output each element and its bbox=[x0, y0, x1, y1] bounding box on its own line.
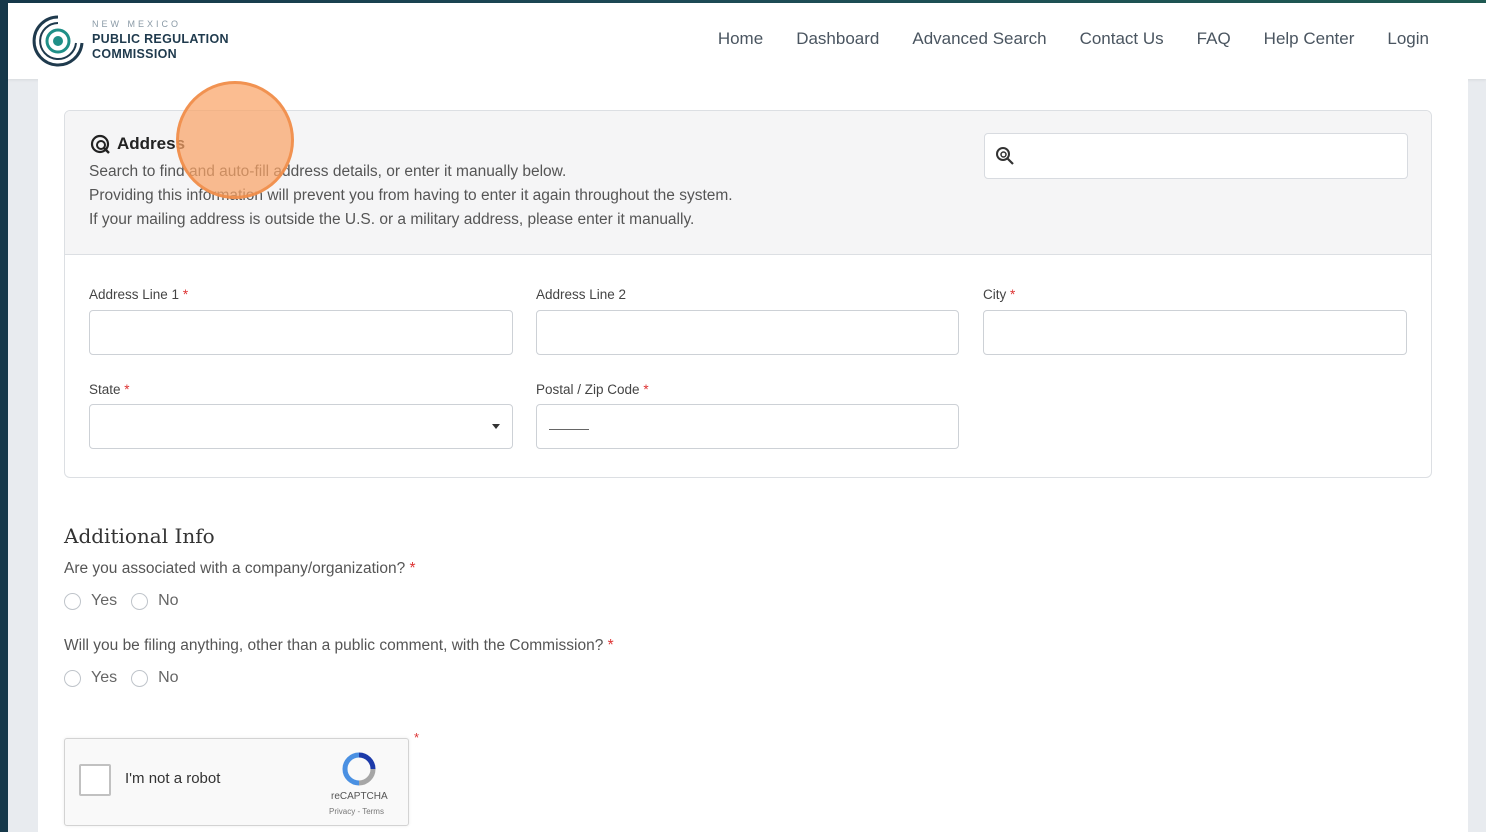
filing-no-label[interactable]: No bbox=[158, 669, 178, 687]
company-no-radio[interactable] bbox=[131, 592, 149, 610]
brand-subtitle: NEW MEXICO bbox=[92, 19, 182, 29]
zip-input[interactable] bbox=[537, 405, 949, 448]
recaptcha-required-mark: * bbox=[414, 730, 420, 745]
address-title: Address bbox=[89, 133, 185, 155]
zip-field[interactable] bbox=[536, 404, 959, 449]
company-yes-radio[interactable] bbox=[64, 592, 81, 610]
filing-yes-radio[interactable] bbox=[64, 669, 81, 687]
brand-wordmark[interactable]: NEW MEXICO PUBLIC REGULATION COMMISSION bbox=[92, 20, 229, 62]
search-location-icon bbox=[90, 134, 110, 154]
recaptcha-checkbox[interactable] bbox=[79, 764, 111, 796]
question-company: Are you associated with a company/organi… bbox=[64, 560, 416, 577]
address-line-2-input[interactable] bbox=[537, 311, 949, 354]
nav-contact-us[interactable]: Contact Us bbox=[1080, 29, 1164, 49]
company-no-label[interactable]: No bbox=[158, 592, 178, 610]
recaptcha-icon bbox=[342, 752, 376, 786]
address-heading: Address bbox=[117, 134, 186, 153]
brand-line-2: COMMISSION bbox=[92, 47, 177, 61]
search-icon bbox=[996, 147, 1014, 165]
filing-radio-group: Yes No bbox=[64, 669, 193, 687]
browser-viewport: NEW MEXICO PUBLIC REGULATION COMMISSION … bbox=[8, 3, 1486, 832]
city-field[interactable] bbox=[983, 310, 1407, 355]
nav-login[interactable]: Login bbox=[1387, 29, 1429, 49]
recaptcha-links[interactable]: Privacy - Terms bbox=[329, 807, 384, 816]
address-desc-2: Providing this information will prevent … bbox=[89, 187, 733, 204]
nav-help-center[interactable]: Help Center bbox=[1264, 29, 1355, 49]
nav-advanced-search[interactable]: Advanced Search bbox=[912, 29, 1046, 49]
filing-no-radio[interactable] bbox=[131, 669, 149, 687]
question-filing: Will you be filing anything, other than … bbox=[64, 637, 614, 654]
address-desc-3: If your mailing address is outside the U… bbox=[89, 211, 695, 228]
chevron-down-icon bbox=[492, 424, 500, 429]
state-select[interactable] bbox=[89, 404, 513, 449]
state-label: State * bbox=[89, 382, 130, 397]
address-line-1-label: Address Line 1 * bbox=[89, 287, 189, 302]
cursor-highlight bbox=[176, 81, 294, 199]
address-line-1-input[interactable] bbox=[90, 311, 503, 354]
brand-line-1: PUBLIC REGULATION bbox=[92, 32, 229, 46]
company-yes-label[interactable]: Yes bbox=[91, 592, 117, 610]
address-search-box[interactable] bbox=[984, 133, 1408, 179]
city-input[interactable] bbox=[984, 311, 1397, 354]
recaptcha-brand: reCAPTCHA bbox=[331, 791, 388, 802]
address-line-1-field[interactable] bbox=[89, 310, 513, 355]
recaptcha-label: I'm not a robot bbox=[125, 770, 221, 787]
recaptcha-widget: I'm not a robot reCAPTCHA Privacy - Term… bbox=[64, 738, 409, 826]
nav-faq[interactable]: FAQ bbox=[1197, 29, 1231, 49]
filing-yes-label[interactable]: Yes bbox=[91, 669, 117, 687]
city-label: City * bbox=[983, 287, 1016, 302]
nav-dashboard[interactable]: Dashboard bbox=[796, 29, 879, 49]
zip-label: Postal / Zip Code * bbox=[536, 382, 649, 397]
address-line-2-field[interactable] bbox=[536, 310, 959, 355]
additional-info-heading: Additional Info bbox=[64, 524, 215, 548]
address-desc-1: Search to find and auto-fill address det… bbox=[89, 163, 567, 180]
main-nav: Home Dashboard Advanced Search Contact U… bbox=[718, 29, 1429, 49]
address-search-input[interactable] bbox=[1025, 142, 1399, 170]
address-line-2-label: Address Line 2 bbox=[536, 287, 627, 302]
nav-home[interactable]: Home bbox=[718, 29, 763, 49]
zip-input-mask bbox=[549, 429, 589, 430]
prc-logo-icon[interactable] bbox=[32, 13, 84, 69]
site-header: NEW MEXICO PUBLIC REGULATION COMMISSION … bbox=[8, 3, 1486, 79]
company-radio-group: Yes No bbox=[64, 592, 193, 610]
